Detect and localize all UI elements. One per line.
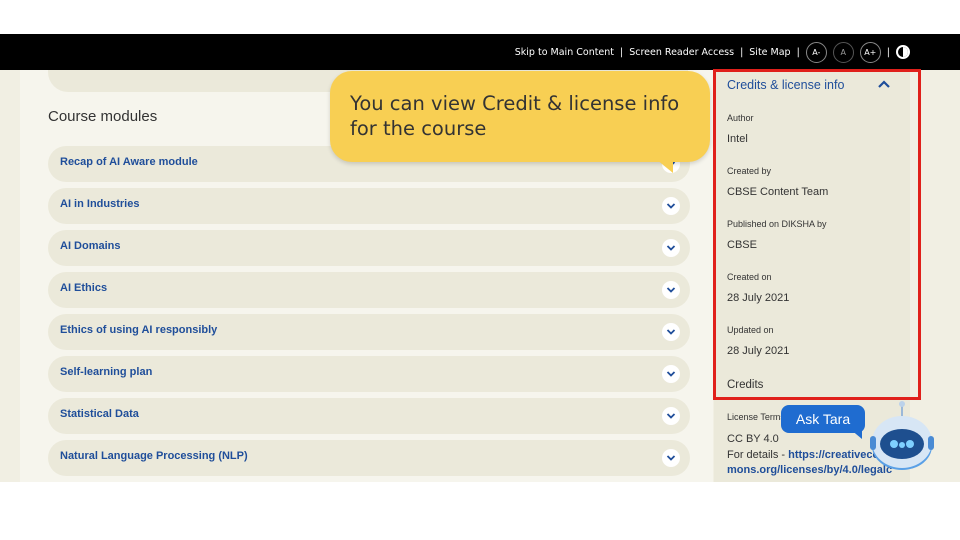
module-label: Ethics of using AI responsibly: [60, 324, 218, 336]
chevron-down-icon[interactable]: [662, 323, 680, 341]
speech-tail: [850, 429, 862, 439]
font-decrease-button[interactable]: A-: [805, 41, 827, 63]
chevron-down-icon[interactable]: [662, 365, 680, 383]
module-accordion-item[interactable]: Statistical Data: [48, 398, 690, 434]
module-accordion-item[interactable]: AI Domains: [48, 230, 690, 266]
module-label: AI Domains: [60, 240, 121, 252]
module-label: AI Ethics: [60, 282, 108, 294]
module-label: AI in Industries: [60, 198, 140, 210]
chevron-down-icon[interactable]: [662, 449, 680, 467]
module-label: Self-learning plan: [60, 366, 153, 378]
section-title: Course modules: [48, 108, 158, 125]
site-map-link[interactable]: Site Map: [749, 47, 790, 58]
chevron-down-icon[interactable]: [662, 197, 680, 215]
highlight-box: [713, 69, 921, 400]
license-terms-value: CC BY 4.0: [727, 433, 779, 445]
module-accordion-item[interactable]: Self-learning plan: [48, 356, 690, 392]
callout-text: You can view Credit & license info for t…: [350, 92, 680, 140]
details-prefix: For details -: [727, 449, 789, 461]
contrast-toggle-icon[interactable]: [896, 45, 910, 59]
separator: |: [740, 46, 744, 58]
module-accordion-item[interactable]: AI in Industries: [48, 188, 690, 224]
separator: |: [620, 46, 624, 58]
module-label: Recap of AI Aware module: [60, 156, 198, 168]
bottom-whitespace: [0, 482, 960, 540]
font-increase-button[interactable]: A+: [859, 41, 881, 63]
accessibility-bar: Skip to Main Content | Screen Reader Acc…: [0, 34, 960, 70]
module-label: Statistical Data: [60, 408, 139, 420]
callout-pointer: [651, 155, 673, 173]
screen-reader-link[interactable]: Screen Reader Access: [629, 47, 734, 58]
module-label: Natural Language Processing (NLP): [60, 450, 248, 462]
font-normal-button[interactable]: A: [832, 41, 854, 63]
separator: |: [796, 46, 800, 58]
chevron-down-icon[interactable]: [662, 239, 680, 257]
license-terms-label: License Terms: [727, 412, 785, 422]
tutorial-callout: You can view Credit & license info for t…: [330, 71, 710, 162]
module-accordion-item[interactable]: AI Ethics: [48, 272, 690, 308]
chevron-down-icon[interactable]: [662, 407, 680, 425]
robot-assistant-icon[interactable]: [868, 398, 936, 472]
chevron-down-icon[interactable]: [662, 281, 680, 299]
skip-to-main-link[interactable]: Skip to Main Content: [515, 47, 614, 58]
separator: |: [886, 46, 890, 58]
module-accordion-item[interactable]: Natural Language Processing (NLP): [48, 440, 690, 476]
module-accordion-item[interactable]: Ethics of using AI responsibly: [48, 314, 690, 350]
